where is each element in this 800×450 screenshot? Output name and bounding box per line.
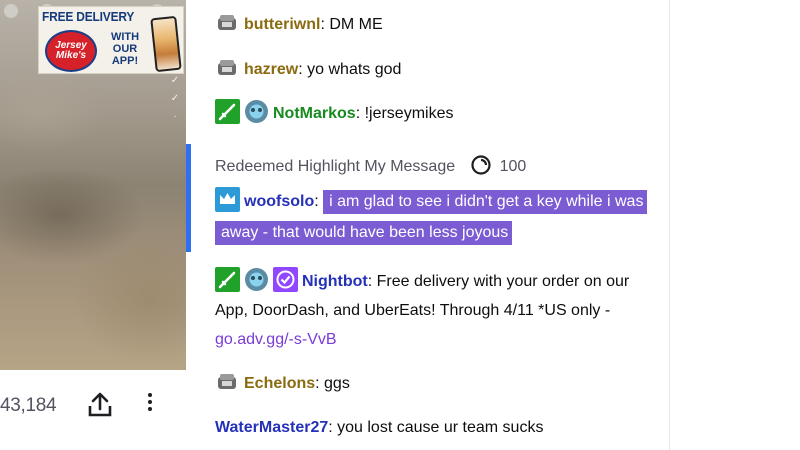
chat-text: you lost cause ur team sucks	[337, 419, 544, 436]
highlighted-message: woofsolo: i am glad to see i didn't get …	[215, 186, 648, 248]
chat-username[interactable]: Nightbot	[302, 273, 368, 290]
ad-tagline: WITH OUR APP!	[110, 31, 140, 67]
chat-text: !jerseymikes	[364, 105, 454, 122]
ad-headline: FREE DELIVERY	[42, 9, 135, 24]
ad-banner[interactable]: FREE DELIVERY Jersey Mike's WITH OUR APP…	[38, 6, 184, 74]
stream-overlay-checks: ✓ ✓ ·	[170, 75, 180, 122]
chat-message: Nightbot: Free delivery with your order …	[215, 267, 645, 354]
sub-gift-badge-icon	[218, 60, 236, 76]
sub-gift-badge-icon	[218, 374, 236, 390]
chat-message: butteriwnl: DM ME	[215, 10, 645, 39]
verified-bot-icon	[273, 267, 298, 293]
chat-message: Echelons: ggs	[215, 369, 645, 398]
chat-message: NotMarkos: !jerseymikes	[215, 99, 645, 128]
chat-username[interactable]: butteriwnl	[244, 16, 320, 33]
redemption-cost: 100	[499, 158, 527, 175]
chat-message: hazrew: yo whats god	[215, 55, 645, 84]
page-background	[670, 0, 800, 450]
chat-username[interactable]: WaterMaster27	[215, 419, 328, 436]
globe-badge-icon	[245, 100, 268, 124]
phone-image	[150, 15, 182, 73]
chat-text: DM ME	[329, 16, 383, 33]
moderator-sword-icon	[215, 267, 240, 293]
ad-logo-text: Jersey Mike's	[55, 40, 87, 61]
channel-points-icon	[470, 155, 491, 175]
chat-username[interactable]: woofsolo	[244, 193, 314, 210]
video-player[interactable]: ✓ ✓ · FREE DELIVERY Jersey Mike's WITH OUR…	[0, 0, 186, 370]
highlight-accent-bar	[186, 144, 191, 252]
chat-panel: butteriwnl: DM ME hazrew: yo whats god N…	[186, 0, 670, 450]
jersey-mikes-logo: Jersey Mike's	[45, 30, 97, 72]
moderator-sword-icon	[215, 99, 240, 125]
chat-message: WaterMaster27: you lost cause ur team su…	[215, 419, 544, 436]
crown-badge-icon	[215, 187, 240, 213]
globe-badge-icon	[245, 268, 268, 292]
sub-gift-badge-icon	[218, 15, 236, 31]
chat-username[interactable]: NotMarkos	[273, 105, 356, 122]
share-button[interactable]	[88, 392, 112, 418]
more-options-button[interactable]	[140, 390, 160, 420]
share-icon	[88, 392, 112, 417]
chat-username[interactable]: hazrew	[244, 61, 298, 78]
redemption-label: Redeemed Highlight My Message	[215, 158, 456, 175]
chat-text: yo whats god	[307, 61, 402, 78]
redemption-header: Redeemed Highlight My Message 100	[215, 154, 526, 180]
viewer-count: 43,184	[0, 395, 57, 416]
chat-link[interactable]: go.adv.gg/-s-VvB	[215, 331, 337, 348]
chat-text: ggs	[324, 375, 350, 392]
chat-username[interactable]: Echelons	[244, 375, 315, 392]
